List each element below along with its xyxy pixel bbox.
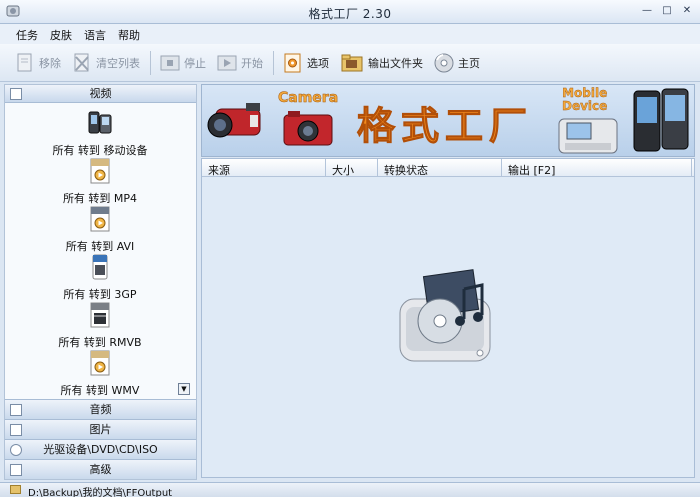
menu-tasks[interactable]: 任务 xyxy=(10,24,44,44)
folder-icon xyxy=(341,54,363,71)
convert-3gp-label: 所有 转到 3GP xyxy=(63,288,137,301)
output-folder-label: 输出文件夹 xyxy=(368,56,423,70)
format-factory-logo-icon xyxy=(399,269,491,362)
maximize-icon[interactable]: □ xyxy=(660,4,674,18)
convert-rmvb-label: 所有 转到 RMVB xyxy=(58,336,142,349)
toolbar: 移除 清空列表 停止 开始 选项 输出文件夹 主页 xyxy=(0,44,700,82)
convert-3gp-item[interactable]: 所有 转到 3GP xyxy=(5,253,195,302)
banner-mobile-line2: Device xyxy=(562,99,608,113)
close-icon[interactable]: ✕ xyxy=(680,4,694,18)
menu-bar: 任务 皮肤 语言 帮助 xyxy=(0,24,700,44)
start-label: 开始 xyxy=(241,56,263,70)
clear-list-label: 清空列表 xyxy=(96,56,140,70)
disc-icon xyxy=(434,53,454,72)
remove-label: 移除 xyxy=(39,56,61,70)
options-button[interactable]: 选项 xyxy=(282,52,329,74)
pda-device-icon xyxy=(558,118,618,154)
remove-button[interactable]: 移除 xyxy=(14,52,61,74)
menu-language[interactable]: 语言 xyxy=(78,24,112,44)
convert-mp4-item[interactable]: 所有 转到 MP4 xyxy=(5,157,195,206)
category-picture[interactable]: 图片 xyxy=(5,419,196,439)
banner-title: 格式工厂 xyxy=(356,104,534,149)
rmvb-file-icon xyxy=(90,302,110,328)
clear-list-button[interactable]: 清空列表 xyxy=(71,52,140,74)
convert-mp4-label: 所有 转到 MP4 xyxy=(62,192,138,205)
convert-mobile-item[interactable]: 所有 转到 移动设备 xyxy=(5,109,195,158)
banner-camera-label: Camera xyxy=(278,90,339,107)
picture-icon xyxy=(10,424,22,436)
options-icon xyxy=(284,53,301,72)
conversion-list: 所有 转到 移动设备 所有 转到 MP4 所有 转到 AVI 所有 转到 3GP… xyxy=(5,103,196,399)
start-button[interactable]: 开始 xyxy=(216,52,263,74)
toolbar-separator xyxy=(150,50,151,75)
home-label: 主页 xyxy=(458,56,480,70)
column-status[interactable]: 转换状态 xyxy=(378,159,502,177)
column-source[interactable]: 来源 xyxy=(202,159,326,177)
column-output[interactable]: 输出 [F2] xyxy=(502,159,692,177)
convert-mobile-label: 所有 转到 移动设备 xyxy=(52,144,148,157)
banner: Camera 格式工厂 Mobile Device xyxy=(201,84,695,157)
video-camera-icon xyxy=(207,103,261,138)
column-size[interactable]: 大小 xyxy=(326,159,378,177)
3gp-file-icon xyxy=(92,254,108,280)
category-rom[interactable]: 光驱设备\DVD\CD\ISO xyxy=(5,439,196,459)
output-folder-button[interactable]: 输出文件夹 xyxy=(339,52,423,74)
minimize-icon[interactable]: — xyxy=(640,4,654,18)
start-icon xyxy=(217,55,237,70)
smartphone-icon xyxy=(633,88,689,152)
advanced-icon xyxy=(10,464,22,476)
convert-wmv-item[interactable]: 所有 转到 WMV xyxy=(5,349,195,398)
home-button[interactable]: 主页 xyxy=(433,52,480,74)
convert-avi-label: 所有 转到 AVI xyxy=(65,240,135,253)
status-bar: D:\Backup\我的文档\FFOutput xyxy=(0,482,700,497)
category-video[interactable]: 视频 xyxy=(5,85,196,103)
task-list-header: 来源 大小 转换状态 输出 [F2] xyxy=(202,159,694,177)
avi-file-icon xyxy=(90,206,110,232)
category-picture-label: 图片 xyxy=(89,423,112,436)
toolbar-separator xyxy=(273,50,274,75)
scroll-down-icon[interactable]: ▼ xyxy=(178,383,190,395)
convert-avi-item[interactable]: 所有 转到 AVI xyxy=(5,205,195,254)
disc-drive-icon xyxy=(10,444,22,456)
clear-list-icon xyxy=(74,53,89,71)
category-video-label: 视频 xyxy=(89,87,112,100)
stop-icon xyxy=(160,55,180,70)
stop-button[interactable]: 停止 xyxy=(159,52,206,74)
mp4-file-icon xyxy=(90,158,110,184)
banner-mobile-label: Mobile Device xyxy=(562,86,608,113)
wmv-file-icon xyxy=(90,350,110,376)
remove-icon xyxy=(17,53,32,71)
folder-icon xyxy=(10,485,21,494)
options-label: 选项 xyxy=(307,56,329,70)
category-advanced-label: 高级 xyxy=(89,463,112,476)
category-rom-label: 光驱设备\DVD\CD\ISO xyxy=(43,443,158,456)
task-list: 来源 大小 转换状态 输出 [F2] xyxy=(201,158,695,478)
convert-rmvb-item[interactable]: 所有 转到 RMVB xyxy=(5,301,195,350)
category-audio-label: 音频 xyxy=(89,403,112,416)
output-path[interactable]: D:\Backup\我的文档\FFOutput xyxy=(28,484,172,497)
photo-camera-icon xyxy=(283,111,333,146)
category-audio[interactable]: 音频 xyxy=(5,399,196,419)
title-bar: 格式工厂 2.30 — □ ✕ xyxy=(0,0,700,24)
menu-help[interactable]: 帮助 xyxy=(112,24,146,44)
category-advanced[interactable]: 高级 xyxy=(5,459,196,479)
window-title: 格式工厂 2.30 xyxy=(308,7,392,21)
video-icon xyxy=(10,88,22,100)
menu-skin[interactable]: 皮肤 xyxy=(44,24,78,44)
convert-wmv-label: 所有 转到 WMV xyxy=(60,384,140,397)
stop-label: 停止 xyxy=(184,56,206,70)
category-panel: 视频 所有 转到 移动设备 所有 转到 MP4 所有 转到 AVI 所有 转到 … xyxy=(4,84,197,480)
mobile-device-icon xyxy=(88,111,112,134)
audio-icon xyxy=(10,404,22,416)
